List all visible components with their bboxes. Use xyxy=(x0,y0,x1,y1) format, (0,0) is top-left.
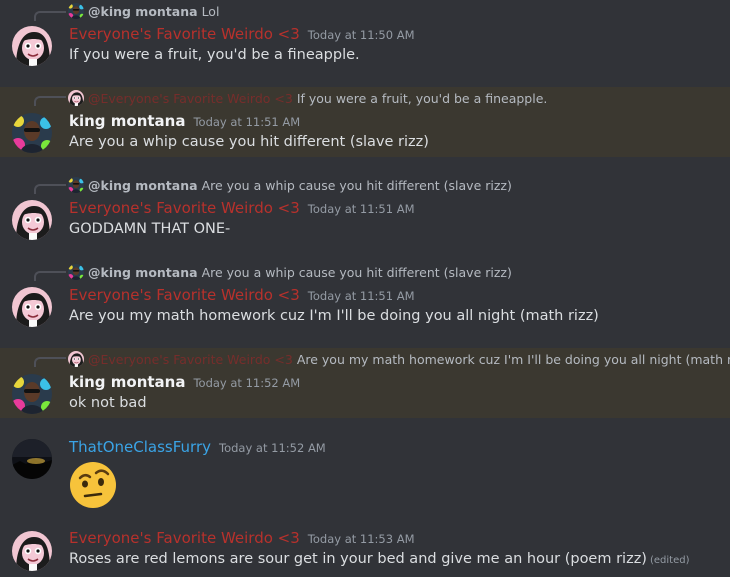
message-header: Everyone's Favorite Weirdo <3 Today at 1… xyxy=(69,286,415,306)
face-with-raised-eyebrow-icon xyxy=(70,462,116,508)
message-content: If you were a fruit, you'd be a fineappl… xyxy=(69,47,360,63)
reply-author: @king montana xyxy=(88,177,198,193)
reply-avatar xyxy=(68,3,84,19)
timestamp: Today at 11:52 AM xyxy=(193,376,301,390)
reply-preview[interactable]: @Everyone's Favorite Weirdo <3 Are you m… xyxy=(68,350,730,368)
timestamp: Today at 11:50 AM xyxy=(307,28,415,42)
reply-avatar xyxy=(68,90,84,106)
avatar[interactable] xyxy=(12,374,52,414)
username[interactable]: Everyone's Favorite Weirdo <3 xyxy=(69,529,300,547)
message[interactable]: @king montana Lol Everyone's Favorite We… xyxy=(0,0,730,82)
username[interactable]: king montana xyxy=(69,112,185,130)
avatar[interactable] xyxy=(12,287,52,327)
reply-avatar xyxy=(68,177,84,193)
message-content: GODDAMN THAT ONE- xyxy=(69,221,231,237)
reply-author: @Everyone's Favorite Weirdo <3 xyxy=(88,351,293,367)
message-content: Roses are red lemons are sour get in you… xyxy=(69,551,689,567)
reply-text: Lol xyxy=(201,3,220,19)
reply-avatar xyxy=(68,351,84,367)
message-header: Everyone's Favorite Weirdo <3 Today at 1… xyxy=(69,199,415,219)
message-header: king montana Today at 11:52 AM xyxy=(69,373,300,393)
timestamp: Today at 11:53 AM xyxy=(307,532,415,546)
reply-preview[interactable]: @Everyone's Favorite Weirdo <3 If you we… xyxy=(68,89,547,107)
message-header: king montana Today at 11:51 AM xyxy=(69,112,300,132)
chat-messages: @king montana Lol Everyone's Favorite We… xyxy=(0,0,730,577)
message[interactable]: Everyone's Favorite Weirdo <3 Today at 1… xyxy=(0,526,730,577)
reply-author: @king montana xyxy=(88,3,198,19)
avatar[interactable] xyxy=(12,113,52,153)
message[interactable]: @king montana Are you a whip cause you h… xyxy=(0,174,730,244)
username[interactable]: king montana xyxy=(69,373,185,391)
message[interactable]: ThatOneClassFurry Today at 11:52 AM xyxy=(0,434,730,514)
avatar[interactable] xyxy=(12,200,52,240)
username[interactable]: Everyone's Favorite Weirdo <3 xyxy=(69,199,300,217)
reply-preview[interactable]: @king montana Are you a whip cause you h… xyxy=(68,263,512,281)
timestamp: Today at 11:51 AM xyxy=(193,115,301,129)
avatar[interactable] xyxy=(12,439,52,479)
reply-preview[interactable]: @king montana Lol xyxy=(68,2,219,20)
message-content: Are you my math homework cuz I'm I'll be… xyxy=(69,308,599,324)
message-header: ThatOneClassFurry Today at 11:52 AM xyxy=(69,438,326,458)
message-text: Roses are red lemons are sour get in you… xyxy=(69,551,647,567)
message[interactable]: @king montana Are you a whip cause you h… xyxy=(0,261,730,331)
username[interactable]: Everyone's Favorite Weirdo <3 xyxy=(69,286,300,304)
reply-author: @king montana xyxy=(88,264,198,280)
reply-connector xyxy=(34,96,66,106)
edited-label: (edited) xyxy=(649,555,690,566)
message[interactable]: @Everyone's Favorite Weirdo <3 If you we… xyxy=(0,87,730,157)
reply-connector xyxy=(34,11,66,21)
reply-text: Are you my math homework cuz I'm I'll be… xyxy=(296,351,730,367)
reply-connector xyxy=(34,357,66,367)
message-header: Everyone's Favorite Weirdo <3 Today at 1… xyxy=(69,25,415,45)
username[interactable]: Everyone's Favorite Weirdo <3 xyxy=(69,25,300,43)
message[interactable]: @Everyone's Favorite Weirdo <3 Are you m… xyxy=(0,348,730,418)
reply-preview[interactable]: @king montana Are you a whip cause you h… xyxy=(68,176,512,194)
reply-avatar xyxy=(68,264,84,280)
reply-connector xyxy=(34,184,66,194)
avatar[interactable] xyxy=(12,531,52,571)
timestamp: Today at 11:52 AM xyxy=(219,441,326,455)
avatar[interactable] xyxy=(12,26,52,66)
timestamp: Today at 11:51 AM xyxy=(307,289,415,303)
reply-text: If you were a fruit, you'd be a fineappl… xyxy=(296,90,548,106)
reply-author: @Everyone's Favorite Weirdo <3 xyxy=(88,90,293,106)
reply-text: Are you a whip cause you hit different (… xyxy=(201,177,512,193)
message-content: ok not bad xyxy=(69,395,147,411)
message-content: Are you a whip cause you hit different (… xyxy=(69,134,429,150)
timestamp: Today at 11:51 AM xyxy=(307,202,415,216)
message-header: Everyone's Favorite Weirdo <3 Today at 1… xyxy=(69,529,415,549)
username[interactable]: ThatOneClassFurry xyxy=(69,438,211,456)
reply-text: Are you a whip cause you hit different (… xyxy=(201,264,512,280)
reply-connector xyxy=(34,271,66,281)
